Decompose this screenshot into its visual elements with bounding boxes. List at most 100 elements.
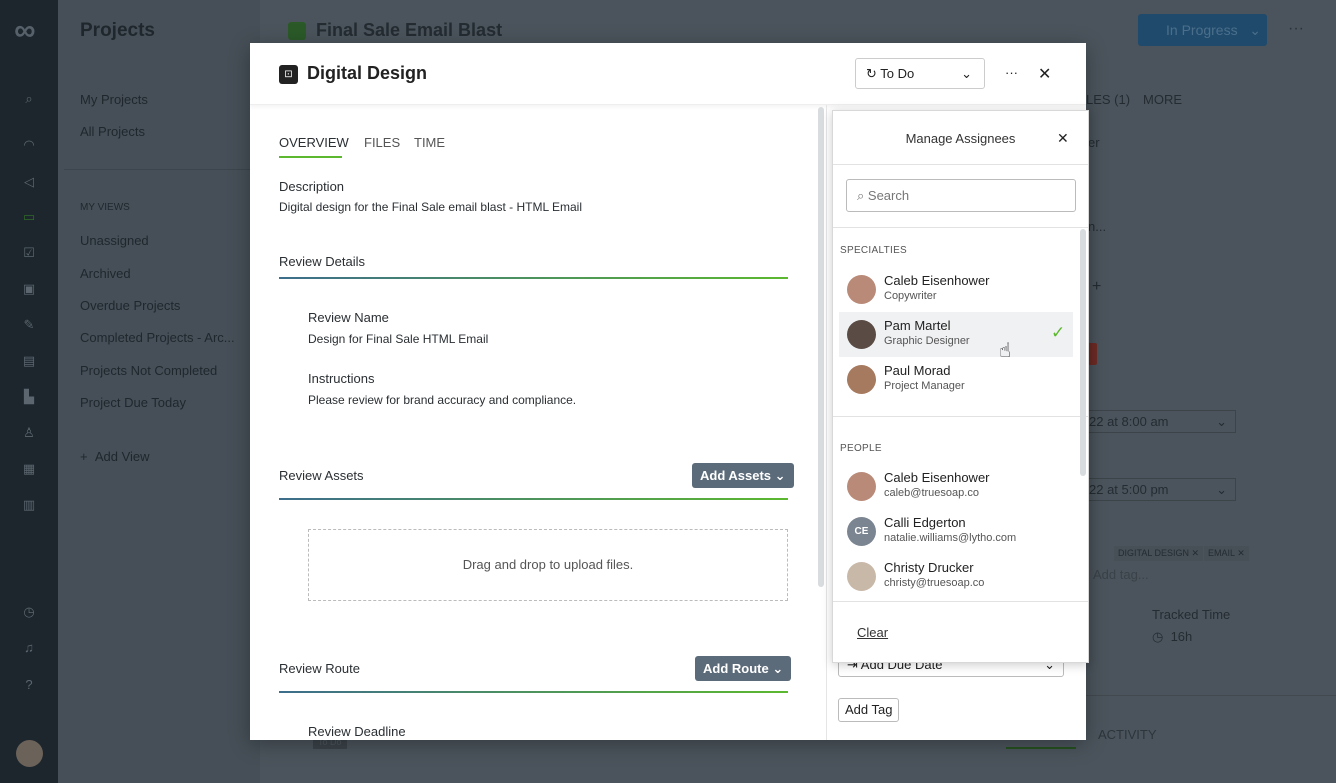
search-icon[interactable]: ⌕ (20, 90, 38, 108)
project-title: Final Sale Email Blast (316, 20, 503, 40)
add-assets-button[interactable]: Add Assets ⌄ (692, 463, 794, 488)
view-item[interactable]: Projects Not Completed (80, 363, 217, 378)
inbox-icon[interactable]: ▣ (20, 280, 38, 298)
chevron-down-icon: ⌄ (1216, 414, 1227, 429)
help-icon[interactable]: ? (20, 676, 38, 694)
avatar[interactable] (16, 740, 43, 767)
add-view-button[interactable]: + Add View (80, 449, 150, 464)
status-label: To Do (880, 66, 915, 81)
view-item[interactable]: Archived (80, 266, 131, 281)
due-date-select[interactable]: 22 at 5:00 pm ⌄ (1080, 478, 1236, 501)
search-icon: ⌕ (857, 188, 868, 203)
add-assignee-icon[interactable]: + (1092, 278, 1101, 296)
more-icon[interactable]: ··· (1005, 65, 1018, 80)
scrollbar[interactable] (818, 107, 824, 587)
chevron-down-icon: ⌄ (961, 66, 972, 81)
popover-title: Manage Assignees (905, 131, 1016, 146)
tracked-time-label: Tracked Time (1152, 607, 1231, 622)
start-date-select[interactable]: 22 at 8:00 am ⌄ (1080, 410, 1236, 433)
review-icon: ⊡ (279, 65, 298, 84)
avatar (847, 365, 876, 394)
tab-time[interactable]: TIME (414, 135, 445, 150)
scrollbar[interactable] (1080, 229, 1086, 476)
tracked-time: 16h (1170, 629, 1193, 644)
resource-icon[interactable]: ▙ (20, 388, 38, 406)
divider (833, 416, 1088, 417)
assignee-name: Pam Martel (884, 318, 951, 333)
assignee-email: natalie.williams@lytho.com (884, 532, 1017, 544)
task-icon[interactable]: ☑ (20, 244, 38, 262)
search-placeholder: Search (867, 188, 910, 203)
field-partial: er (1088, 135, 1100, 150)
tab-files[interactable]: FILES (364, 135, 400, 150)
assignee-option[interactable]: Caleb Eisenhower Copywriter (839, 267, 1073, 312)
assignee-option[interactable]: Paul Morad Project Manager (839, 357, 1073, 402)
assignee-name: Christy Drucker (884, 560, 974, 575)
avatar (847, 472, 876, 501)
tag-chip[interactable]: EMAIL ✕ (1204, 546, 1249, 561)
avatar-initials: CE (847, 517, 876, 546)
assignee-option[interactable]: Christy Drucker christy@truesoap.co (839, 554, 1073, 599)
dropzone-text: Drag and drop to upload files. (462, 557, 634, 572)
tab-more[interactable]: MORE (1143, 92, 1182, 107)
close-icon[interactable]: ✕ (1057, 130, 1069, 147)
board-icon[interactable]: ▦ (20, 460, 38, 478)
review-name-value: Design for Final Sale HTML Email (308, 332, 489, 346)
panel-title: Projects (80, 20, 155, 41)
tag-label: DIGITAL DESIGN (1118, 548, 1190, 558)
section-divider (279, 498, 788, 500)
description-text: Digital design for the Final Sale email … (279, 200, 583, 214)
tab-overview[interactable]: OVERVIEW (279, 135, 349, 150)
projects-panel: Projects My Projects All Projects MY VIE… (58, 0, 260, 783)
assignee-name: Caleb Eisenhower (884, 470, 990, 485)
close-icon[interactable]: ✕ (1038, 64, 1051, 84)
bell-icon[interactable]: ♫ (20, 639, 38, 657)
file-dropzone[interactable]: Drag and drop to upload files. (308, 529, 788, 601)
assignee-role: Copywriter (884, 290, 937, 302)
review-assets-heading: Review Assets (279, 468, 364, 483)
assignee-name: Paul Morad (884, 363, 951, 378)
review-icon[interactable]: ✎ (20, 316, 38, 334)
review-name-label: Review Name (308, 310, 389, 325)
assignee-option-selected[interactable]: Pam Martel Graphic Designer ✓ ☝ (839, 312, 1073, 362)
divider (833, 227, 1088, 228)
nav-all-projects[interactable]: All Projects (80, 124, 145, 139)
add-tag-button[interactable]: Add Tag (838, 698, 900, 722)
people-heading: PEOPLE (840, 443, 882, 454)
clear-link[interactable]: Clear (857, 625, 888, 640)
clock-icon: ◷ (1152, 629, 1171, 644)
calendar-icon[interactable]: ▤ (20, 352, 38, 370)
view-item[interactable]: Overdue Projects (80, 298, 180, 313)
icon-rail: ∞ ⌕ ◠ ◁ ▭ ☑ ▣ ✎ ▤ ▙ ♙ ▦ ▥ ◷ ♫ ? (0, 0, 58, 783)
clock-icon[interactable]: ◷ (20, 603, 38, 621)
assignee-option[interactable]: CE Calli Edgerton natalie.williams@lytho.c… (839, 509, 1073, 554)
assignee-option[interactable]: Caleb Eisenhower caleb@truesoap.co (839, 464, 1073, 509)
dashboard-icon[interactable]: ◠ (20, 136, 38, 154)
add-route-button[interactable]: Add Route ⌄ (695, 656, 792, 681)
user-icon[interactable]: ♙ (20, 424, 38, 442)
divider (833, 601, 1088, 602)
add-view-label: Add View (94, 449, 150, 464)
add-assets-label: Add Assets (700, 468, 772, 483)
instructions-label: Instructions (308, 371, 375, 386)
view-item[interactable]: Completed Projects - Arc... (80, 330, 235, 345)
status-dropdown[interactable]: In Progress ⌄ (1138, 14, 1267, 46)
tag-chip[interactable]: DIGITAL DESIGN ✕ (1114, 546, 1204, 561)
add-tag-input[interactable]: Add tag... (1093, 567, 1149, 582)
search-input[interactable]: ⌕ Search (846, 179, 1076, 212)
tab-activity[interactable]: ACTIVITY (1098, 727, 1157, 742)
chevron-down-icon: ⌄ (774, 468, 786, 483)
tab-files-partial[interactable]: LES (1) (1086, 92, 1130, 107)
reports-icon[interactable]: ▥ (20, 496, 38, 514)
task-status-dropdown[interactable]: ↻ To Do ⌄ (855, 58, 985, 89)
instructions-value: Please review for brand accuracy and com… (308, 393, 577, 407)
folder-icon[interactable]: ▭ (20, 208, 38, 226)
view-item[interactable]: Unassigned (80, 233, 149, 248)
megaphone-icon[interactable]: ◁ (20, 173, 38, 191)
review-details-heading: Review Details (279, 254, 365, 269)
more-icon[interactable]: ··· (1288, 20, 1304, 38)
tag-label: EMAIL (1208, 548, 1235, 558)
view-item[interactable]: Project Due Today (80, 395, 186, 410)
assignee-email: caleb@truesoap.co (884, 487, 979, 499)
nav-my-projects[interactable]: My Projects (80, 92, 148, 107)
